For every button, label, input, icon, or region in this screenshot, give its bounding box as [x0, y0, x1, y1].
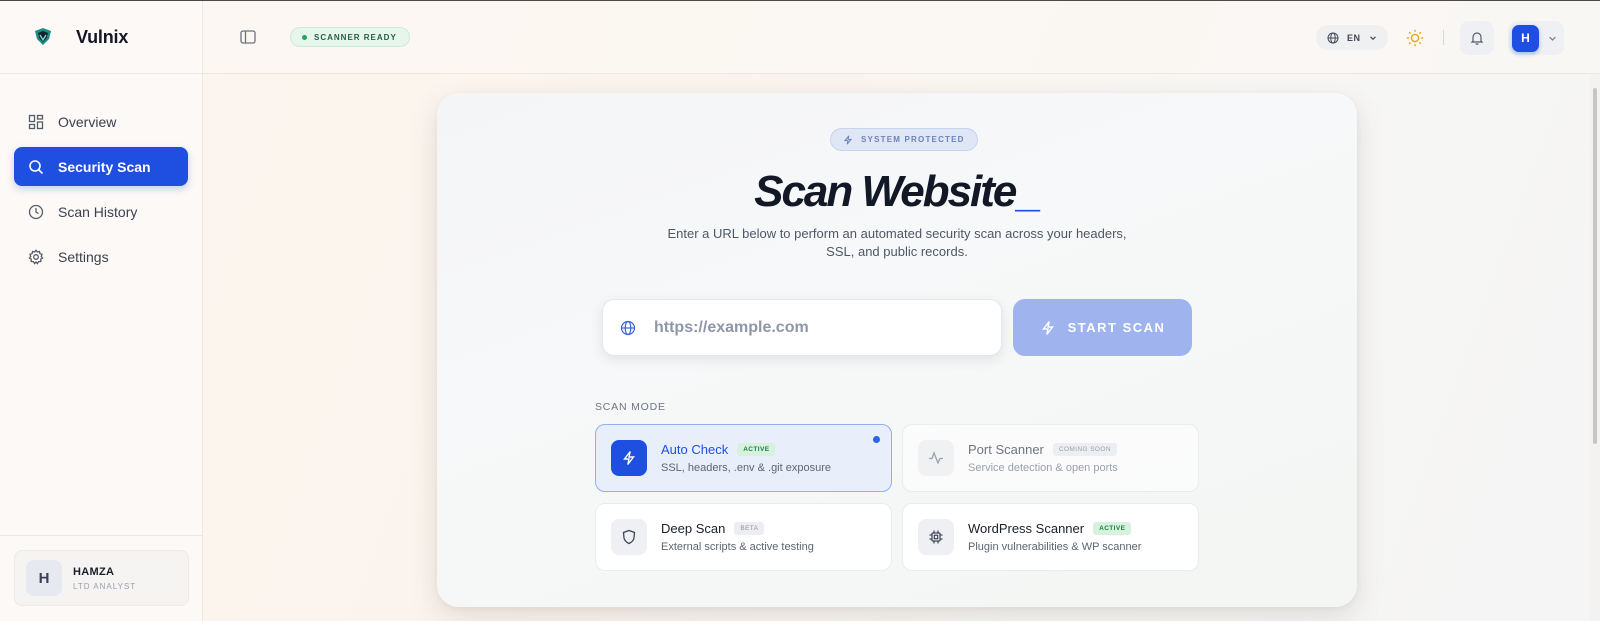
globe-icon: [1327, 32, 1339, 43]
scrollbar-thumb[interactable]: [1593, 88, 1597, 444]
user-info: HAMZA LTD ANALYST: [73, 566, 136, 591]
mode-text: Auto Check ACTIVE SSL, headers, .env & .…: [661, 442, 831, 474]
bell-icon: [1470, 32, 1484, 45]
mode-title: Port Scanner: [968, 442, 1044, 457]
sun-icon[interactable]: [1405, 28, 1425, 48]
mode-description: Service detection & open ports: [968, 462, 1118, 474]
sidebar-item-settings[interactable]: Settings: [14, 237, 188, 276]
brand[interactable]: Vulnix: [0, 1, 202, 74]
gear-icon: [28, 248, 44, 265]
mode-title: WordPress Scanner: [968, 521, 1085, 536]
sidebar-item-overview[interactable]: Overview: [14, 102, 188, 141]
notifications-button[interactable]: [1460, 21, 1494, 55]
mode-description: SSL, headers, .env & .git exposure: [661, 462, 831, 474]
status-badge: COMING SOON: [1052, 443, 1117, 456]
mode-description: Plugin vulnerabilities & WP scanner: [968, 541, 1142, 553]
mode-title-row: Auto Check ACTIVE: [661, 442, 831, 457]
mode-title-row: Port Scanner COMING SOON: [968, 442, 1118, 457]
chevron-down-icon: [1369, 35, 1376, 40]
mode-title-row: WordPress Scanner ACTIVE: [968, 521, 1141, 536]
user-card[interactable]: H HAMZA LTD ANALYST: [14, 550, 189, 606]
mode-card-deep-scan[interactable]: Deep Scan BETA External scripts & active…: [595, 503, 892, 571]
brand-name: Vulnix: [76, 26, 129, 47]
bolt-icon: [611, 440, 647, 476]
user-name: HAMZA: [73, 565, 115, 578]
mode-title-row: Deep Scan BETA: [661, 521, 814, 536]
shield-icon: [611, 519, 647, 555]
activity-icon: [918, 440, 954, 476]
globe-icon: [620, 320, 636, 335]
title-cursor: _: [1015, 167, 1040, 216]
sidebar-item-scan-history[interactable]: Scan History: [14, 192, 188, 231]
bolt-icon: [843, 134, 853, 145]
mode-text: Deep Scan BETA External scripts & active…: [661, 521, 814, 553]
system-protected-badge: SYSTEM PROTECTED: [830, 128, 978, 151]
clock-icon: [28, 204, 44, 220]
topbar: SCANNER READY EN H: [203, 1, 1600, 74]
sidebar-nav: Overview Security Scan Scan History Sett…: [0, 74, 202, 276]
sidebar-toggle-icon[interactable]: [239, 28, 257, 46]
mode-text: Port Scanner COMING SOON Service detecti…: [968, 442, 1118, 474]
sidebar-item-security-scan[interactable]: Security Scan: [14, 147, 188, 186]
avatar: H: [1512, 24, 1539, 52]
profile-menu-button[interactable]: H: [1508, 21, 1564, 55]
sidebar-footer: H HAMZA LTD ANALYST: [0, 535, 203, 621]
search-icon: [28, 159, 44, 175]
sidebar-item-label: Scan History: [58, 203, 138, 220]
mode-text: WordPress Scanner ACTIVE Plugin vulnerab…: [968, 521, 1141, 553]
page-subtitle: Enter a URL below to perform an automate…: [667, 226, 1127, 259]
mode-description: External scripts & active testing: [661, 541, 814, 553]
divider: [1443, 30, 1444, 45]
page-title: Scan Website_: [437, 167, 1357, 217]
status-badge: BETA: [734, 522, 765, 535]
sidebar-item-label: Settings: [58, 248, 109, 265]
language-label: EN: [1347, 32, 1361, 43]
language-selector[interactable]: EN: [1316, 25, 1388, 50]
grid-icon: [28, 114, 44, 130]
url-input[interactable]: [654, 318, 974, 337]
page-title-text: Scan Website: [754, 167, 1017, 216]
chevron-down-icon: [1549, 36, 1556, 41]
mode-card-wordpress-scanner[interactable]: WordPress Scanner ACTIVE Plugin vulnerab…: [902, 503, 1199, 571]
bolt-icon: [1041, 320, 1054, 335]
scan-card: SYSTEM PROTECTED Scan Website_ Enter a U…: [437, 93, 1357, 607]
scrollbar[interactable]: [1590, 74, 1600, 621]
status-badge: SCANNER READY: [290, 27, 410, 47]
status-text: SCANNER READY: [314, 32, 397, 42]
status-dot-icon: [302, 34, 307, 40]
mode-title: Deep Scan: [661, 521, 726, 536]
chip-icon: [918, 519, 954, 555]
selected-indicator: [873, 436, 880, 443]
start-scan-label: START SCAN: [1067, 320, 1166, 335]
sidebar-item-label: Security Scan: [58, 158, 151, 175]
sidebar-item-label: Overview: [58, 113, 117, 130]
avatar: H: [26, 560, 62, 596]
user-role: LTD ANALYST: [73, 581, 137, 591]
status-badge: ACTIVE: [1093, 522, 1132, 535]
scan-mode-label: SCAN MODE: [595, 401, 666, 413]
system-protected-text: SYSTEM PROTECTED: [861, 135, 965, 144]
shield-logo-icon: [33, 27, 53, 47]
start-scan-button[interactable]: START SCAN: [1013, 299, 1192, 356]
mode-card-auto-check[interactable]: Auto Check ACTIVE SSL, headers, .env & .…: [595, 424, 892, 492]
mode-card-port-scanner[interactable]: Port Scanner COMING SOON Service detecti…: [902, 424, 1199, 492]
url-field[interactable]: [602, 299, 1002, 356]
sidebar: Vulnix Overview Security Scan Scan Histo…: [0, 1, 203, 621]
status-badge: ACTIVE: [737, 443, 776, 456]
mode-title: Auto Check: [661, 442, 729, 457]
